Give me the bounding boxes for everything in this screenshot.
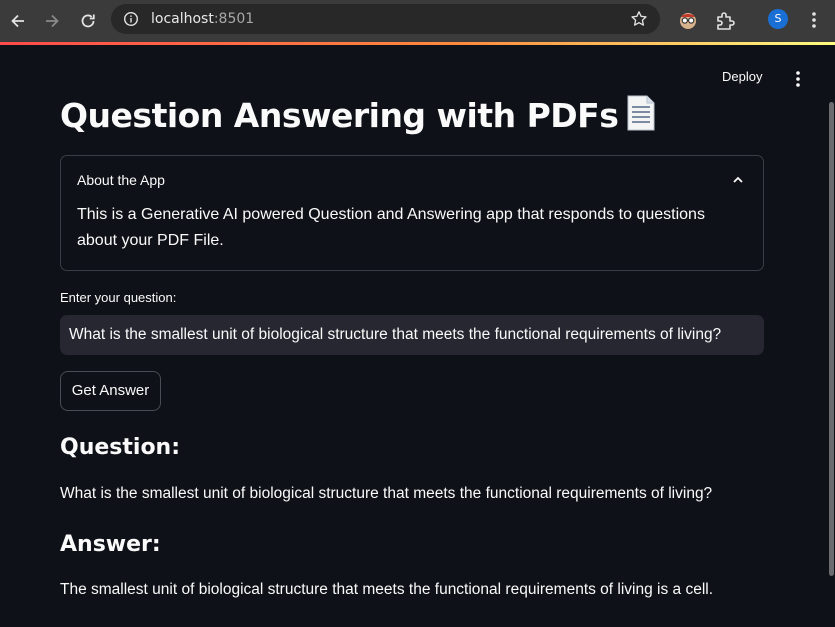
main-menu-icon[interactable] — [792, 70, 804, 88]
deploy-button[interactable]: Deploy — [722, 69, 762, 84]
url-text: localhost:8501 — [151, 10, 254, 28]
app-main: Deploy Question Answering with PDFs Abou… — [0, 45, 835, 627]
bookmark-star-icon[interactable] — [630, 10, 648, 28]
about-expander: About the App This is a Generative AI po… — [60, 155, 764, 271]
url-port: :8501 — [213, 11, 255, 27]
question-echo-text: What is the smallest unit of biological … — [60, 485, 713, 502]
chevron-up-icon[interactable] — [731, 172, 745, 186]
get-answer-button[interactable]: Get Answer — [60, 371, 161, 411]
answer-heading: Answer: — [60, 532, 161, 557]
page-title: Question Answering with PDFs — [60, 95, 656, 135]
browser-menu-icon[interactable] — [804, 10, 824, 32]
back-arrow-icon[interactable] — [8, 11, 28, 31]
question-heading: Question: — [60, 435, 181, 460]
question-label: Enter your question: — [60, 290, 177, 305]
profile-avatar[interactable]: S — [768, 9, 788, 29]
page-title-text: Question Answering with PDFs — [60, 96, 619, 135]
browser-toolbar: localhost:8501 S — [0, 0, 835, 44]
about-expander-toggle[interactable]: About the App — [77, 172, 165, 188]
answer-text: The smallest unit of biological structur… — [60, 581, 714, 598]
reload-icon[interactable] — [78, 11, 98, 31]
scrollbar[interactable] — [829, 102, 834, 576]
site-info-icon[interactable] — [123, 11, 139, 27]
page-facing-up-icon — [626, 95, 656, 131]
extension-avatar-icon[interactable] — [677, 10, 699, 32]
url-host: localhost — [151, 11, 214, 27]
extensions-puzzle-icon[interactable] — [714, 10, 736, 32]
forward-arrow-icon[interactable] — [42, 11, 62, 31]
about-description: This is a Generative AI powered Question… — [77, 206, 705, 249]
question-input[interactable] — [60, 315, 764, 355]
address-bar[interactable]: localhost:8501 — [111, 4, 660, 34]
